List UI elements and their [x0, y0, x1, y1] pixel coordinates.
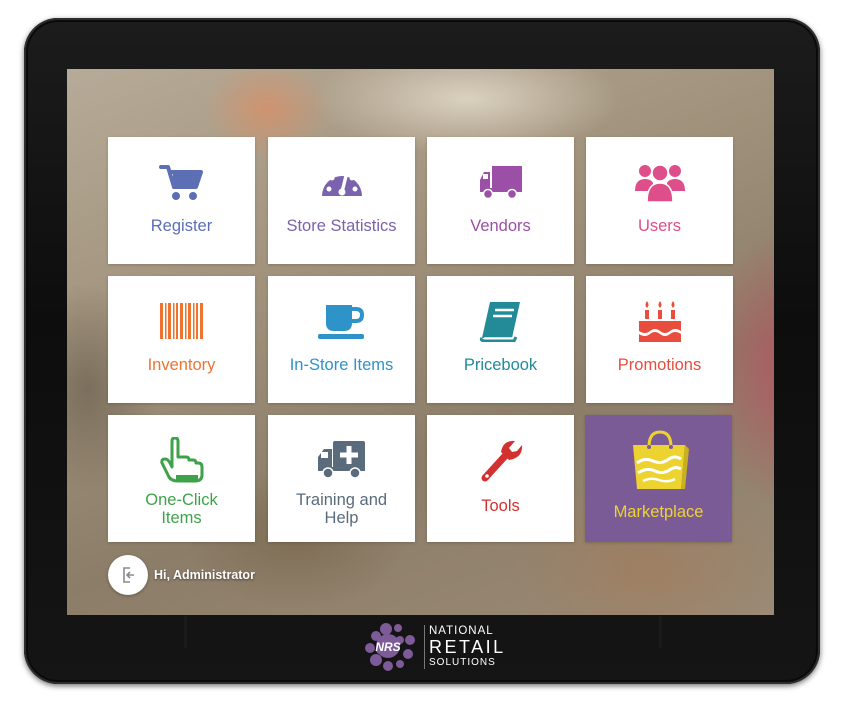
register-label: Register	[150, 217, 213, 235]
brand-line-2: RETAIL	[429, 637, 506, 657]
nrs-logo: NRS NATIONAL RETAIL SOLUTIONS	[364, 622, 510, 672]
bezel-sensor-left	[184, 616, 187, 648]
promotions-label: Promotions	[617, 356, 702, 374]
wrench-icon	[476, 437, 526, 483]
training-and-help-tile[interactable]: Training and Help	[268, 415, 415, 542]
svg-text:NRS: NRS	[375, 640, 400, 654]
inventory-label: Inventory	[147, 356, 216, 374]
ambulance-icon	[317, 437, 367, 483]
vendors-label: Vendors	[470, 217, 531, 235]
barcode-icon	[157, 298, 207, 344]
users-tile[interactable]: Users	[586, 137, 733, 264]
store-statistics-label: Store Statistics	[286, 217, 397, 235]
vendors-tile[interactable]: Vendors	[427, 137, 574, 264]
training-and-help-label: Training and Help	[295, 491, 388, 527]
bezel-sensor-right	[659, 616, 662, 648]
users-label: Users	[637, 217, 682, 235]
pricebook-tile[interactable]: Pricebook	[427, 276, 574, 403]
users-icon	[634, 159, 685, 205]
brand-line-3: SOLUTIONS	[429, 657, 496, 668]
in-store-items-label: In-Store Items	[289, 356, 394, 374]
cake-icon	[635, 298, 685, 344]
logout-button[interactable]	[108, 555, 148, 595]
marketplace-tile[interactable]: Marketplace	[585, 415, 732, 542]
book-icon	[476, 298, 526, 344]
logout-icon	[123, 567, 134, 583]
shopping-bag-icon	[629, 429, 689, 491]
one-click-items-label: One-Click Items	[145, 491, 218, 527]
one-click-items-tile[interactable]: One-Click Items	[108, 415, 255, 542]
nrs-monogram-icon: NRS	[365, 623, 415, 671]
user-logout[interactable]: Hi, Administrator	[108, 555, 255, 595]
gauge-icon	[317, 159, 367, 205]
marketplace-label: Marketplace	[613, 503, 704, 521]
promotions-tile[interactable]: Promotions	[586, 276, 733, 403]
tools-label: Tools	[481, 497, 520, 515]
pointer-hand-icon	[157, 437, 207, 483]
register-tile[interactable]: Register	[108, 137, 255, 264]
in-store-items-tile[interactable]: In-Store Items	[268, 276, 415, 403]
cart-icon	[157, 159, 207, 205]
pricebook-label: Pricebook	[463, 356, 538, 374]
coffee-cup-icon	[317, 298, 367, 344]
tools-tile[interactable]: Tools	[427, 415, 574, 542]
brand-wordmark: NATIONAL RETAIL SOLUTIONS	[424, 625, 506, 669]
truck-icon	[476, 159, 526, 205]
store-statistics-tile[interactable]: Store Statistics	[268, 137, 415, 264]
user-greeting: Hi, Administrator	[154, 568, 255, 582]
inventory-tile[interactable]: Inventory	[108, 276, 255, 403]
